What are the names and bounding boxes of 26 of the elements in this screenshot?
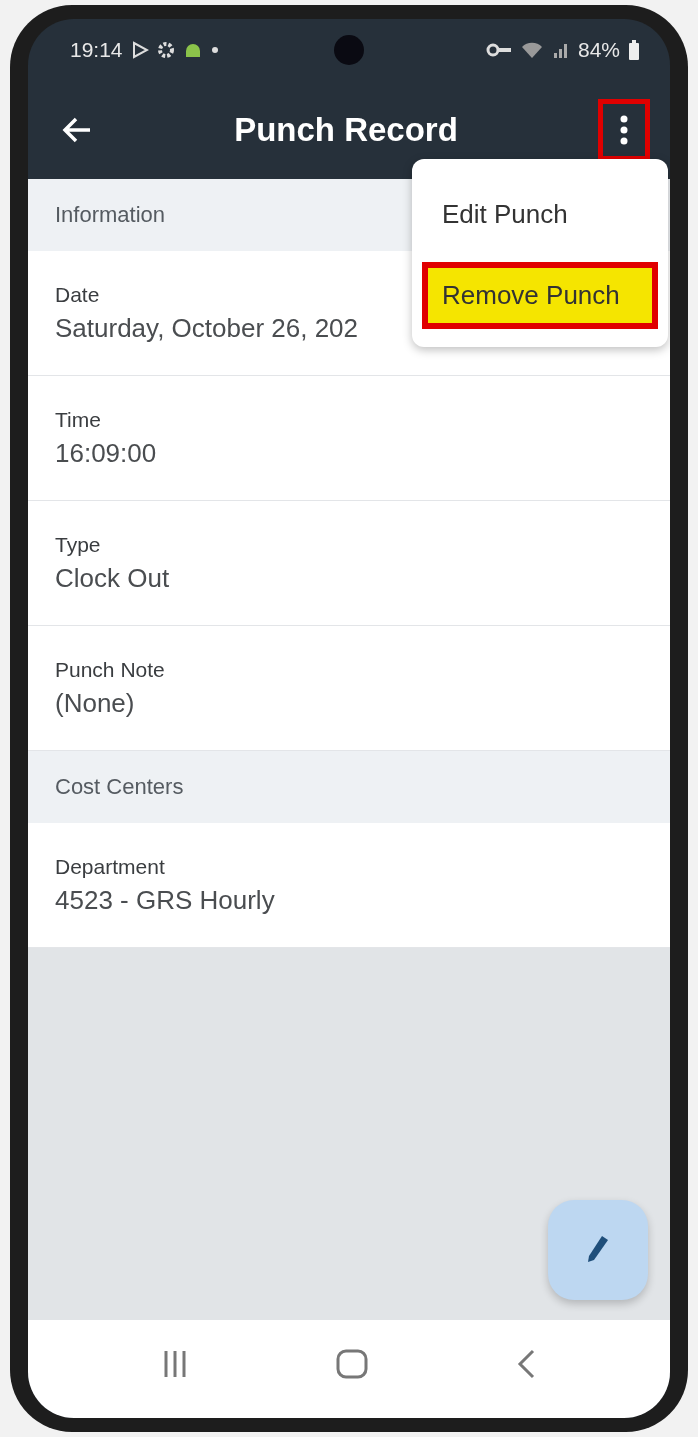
camera-hole [334,35,364,65]
screen-title: Punch Record [233,111,459,149]
field-value: Saturday, October 26, 202 [55,312,359,344]
section-header: Cost Centers [28,751,670,823]
home-icon[interactable] [336,1349,368,1379]
battery-percent: 84% [577,38,620,62]
field-value: (None) [55,687,135,719]
menu-item[interactable]: Edit Punch [422,181,658,248]
field-value: Clock Out [55,562,170,594]
field-value: 16:09:00 [55,437,157,469]
field-label: Department [55,854,165,879]
wifi-icon [519,40,544,60]
more-vertical-icon [619,114,629,146]
signal-icon [551,41,570,59]
field-label: Type [55,532,101,557]
play-icon [130,41,149,59]
field-value: 4523 - GRS Hourly [55,884,275,916]
key-icon [485,43,512,57]
menu-item[interactable]: Remove Punch [422,262,658,329]
status-time: 19:14 [70,38,123,62]
field-label: Date [55,282,100,307]
field-label: Punch Note [55,657,165,682]
field-label: Time [55,407,101,432]
dot-icon [210,46,219,54]
battery-icon [628,40,640,60]
gear-icon [156,41,175,59]
